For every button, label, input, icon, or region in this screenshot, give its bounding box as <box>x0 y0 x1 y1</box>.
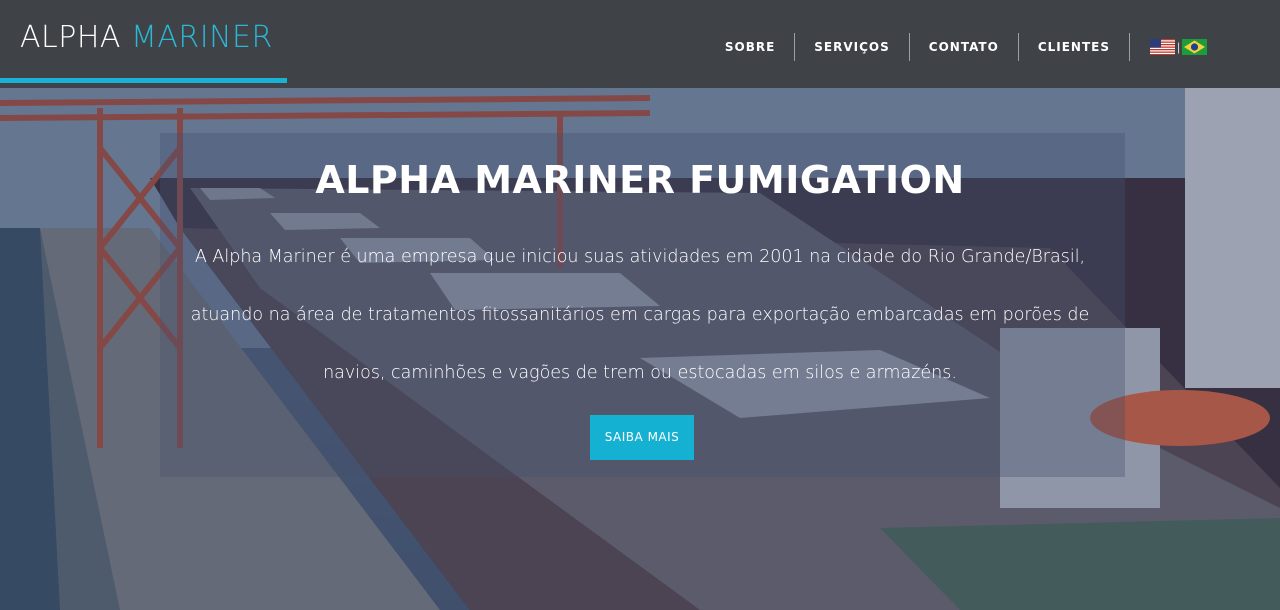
saiba-mais-button[interactable]: SAIBA MAIS <box>590 415 694 460</box>
logo-underline <box>0 78 287 83</box>
logo-word-mariner: MARINER <box>130 20 273 55</box>
site-header: ALPHA MARINER SOBRE SERVIÇOS CONTATO CLI… <box>0 0 1280 88</box>
nav-item-clientes[interactable]: CLIENTES <box>1019 32 1129 62</box>
hero-section: ALPHA MARINER FUMIGATION A Alpha Mariner… <box>0 88 1280 610</box>
logo[interactable]: ALPHA MARINER <box>20 20 273 56</box>
brazil-flag-icon[interactable] <box>1182 39 1208 55</box>
hero-description: A Alpha Mariner é uma empresa que inicio… <box>190 247 1090 383</box>
nav-item-sobre[interactable]: SOBRE <box>706 32 794 62</box>
language-switcher: | <box>1130 32 1280 62</box>
flag-separator: | <box>1177 40 1181 54</box>
main-nav: SOBRE SERVIÇOS CONTATO CLIENTES | <box>706 32 1280 62</box>
nav-item-servicos[interactable]: SERVIÇOS <box>795 32 908 62</box>
nav-item-contato[interactable]: CONTATO <box>910 32 1018 62</box>
logo-word-alpha: ALPHA <box>20 20 121 55</box>
hero-title: ALPHA MARINER FUMIGATION <box>315 158 965 202</box>
us-flag-icon[interactable] <box>1150 39 1175 55</box>
